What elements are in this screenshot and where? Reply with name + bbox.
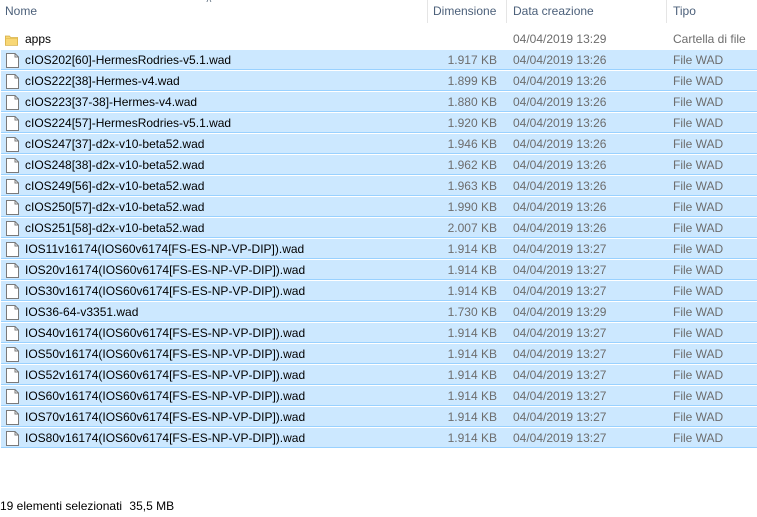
file-date: 04/04/2019 13:26: [513, 179, 607, 193]
column-divider[interactable]: [506, 0, 507, 23]
column-header-type[interactable]: Tipo: [673, 0, 696, 23]
chevron-up-icon: ˄: [206, 0, 212, 6]
file-type: File WAD: [673, 410, 724, 424]
file-size: 1.914 KB: [447, 263, 497, 277]
file-row[interactable]: IOS30v16174(IOS60v6174[FS-ES-NP-VP-DIP])…: [0, 281, 757, 302]
file-size: 1.963 KB: [447, 179, 497, 193]
file-date: 04/04/2019 13:26: [513, 200, 607, 214]
file-date: 04/04/2019 13:27: [513, 326, 607, 340]
column-header-size[interactable]: Dimensione: [433, 0, 496, 23]
file-size: 1.990 KB: [447, 200, 497, 214]
file-type: File WAD: [673, 368, 724, 382]
column-header-date[interactable]: Data creazione: [513, 0, 594, 23]
file-type: File WAD: [673, 74, 724, 88]
file-date: 04/04/2019 13:29: [513, 305, 607, 319]
file-size: 1.914 KB: [447, 389, 497, 403]
file-date: 04/04/2019 13:27: [513, 431, 607, 445]
file-type: File WAD: [673, 305, 724, 319]
file-date: 04/04/2019 13:26: [513, 158, 607, 172]
status-selected-count: 19 elementi selezionati: [0, 499, 123, 513]
file-size: 1.899 KB: [447, 74, 497, 88]
file-row[interactable]: IOS70v16174(IOS60v6174[FS-ES-NP-VP-DIP])…: [0, 407, 757, 428]
status-selected-size: 35,5 MB: [129, 499, 175, 513]
file-size: 1.914 KB: [447, 368, 497, 382]
column-divider[interactable]: [666, 0, 667, 23]
file-row[interactable]: IOS40v16174(IOS60v6174[FS-ES-NP-VP-DIP])…: [0, 323, 757, 344]
file-size: 1.962 KB: [447, 158, 497, 172]
file-row[interactable]: cIOS202[60]-HermesRodries-v5.1.wad 1.917 …: [0, 50, 757, 71]
file-type: File WAD: [673, 263, 724, 277]
file-size: 1.914 KB: [447, 326, 497, 340]
file-row[interactable]: cIOS251[58]-d2x-v10-beta52.wad 2.007 KB 04…: [0, 218, 757, 239]
file-row[interactable]: IOS80v16174(IOS60v6174[FS-ES-NP-VP-DIP])…: [0, 428, 757, 449]
file-date: 04/04/2019 13:27: [513, 389, 607, 403]
file-row[interactable]: cIOS250[57]-d2x-v10-beta52.wad 1.990 KB 04…: [0, 197, 757, 218]
file-type: File WAD: [673, 284, 724, 298]
status-bar: 19 elementi selezionati 35,5 MB: [0, 497, 174, 515]
file-type: Cartella di file: [673, 32, 746, 46]
column-header-name[interactable]: Nome: [5, 0, 37, 23]
file-row[interactable]: IOS50v16174(IOS60v6174[FS-ES-NP-VP-DIP])…: [0, 344, 757, 365]
file-type: File WAD: [673, 200, 724, 214]
file-size: 1.880 KB: [447, 95, 497, 109]
file-date: 04/04/2019 13:26: [513, 116, 607, 130]
file-size: 1.917 KB: [447, 53, 497, 67]
file-row[interactable]: IOS20v16174(IOS60v6174[FS-ES-NP-VP-DIP])…: [0, 260, 757, 281]
file-type: File WAD: [673, 53, 724, 67]
file-date: 04/04/2019 13:27: [513, 410, 607, 424]
file-type: File WAD: [673, 95, 724, 109]
file-date: 04/04/2019 13:26: [513, 95, 607, 109]
file-row[interactable]: cIOS224[57]-HermesRodries-v5.1.wad 1.920 …: [0, 113, 757, 134]
file-type: File WAD: [673, 242, 724, 256]
file-row[interactable]: cIOS223[37-38]-Hermes-v4.wad 1.880 KB 04/0…: [0, 92, 757, 113]
file-size: 1.914 KB: [447, 431, 497, 445]
file-size: [0, 29, 497, 50]
file-type: File WAD: [673, 389, 724, 403]
file-date: 04/04/2019 13:29: [513, 32, 607, 46]
file-type: File WAD: [673, 137, 724, 151]
folder-row[interactable]: apps 04/04/2019 13:29 Cartella di file: [0, 29, 757, 50]
file-row[interactable]: cIOS248[38]-d2x-v10-beta52.wad 1.962 KB 04…: [0, 155, 757, 176]
file-row[interactable]: cIOS249[56]-d2x-v10-beta52.wad 1.963 KB 04…: [0, 176, 757, 197]
file-type: File WAD: [673, 326, 724, 340]
file-type: File WAD: [673, 431, 724, 445]
file-date: 04/04/2019 13:27: [513, 242, 607, 256]
file-date: 04/04/2019 13:27: [513, 284, 607, 298]
column-header-bar: Nome ˄ Dimensione Data creazione Tipo: [0, 0, 757, 23]
file-date: 04/04/2019 13:26: [513, 74, 607, 88]
file-size: 1.914 KB: [447, 410, 497, 424]
file-date: 04/04/2019 13:27: [513, 263, 607, 277]
file-size: 1.730 KB: [447, 305, 497, 319]
file-date: 04/04/2019 13:27: [513, 347, 607, 361]
file-type: File WAD: [673, 347, 724, 361]
file-type: File WAD: [673, 116, 724, 130]
file-date: 04/04/2019 13:26: [513, 137, 607, 151]
file-date: 04/04/2019 13:26: [513, 221, 607, 235]
file-date: 04/04/2019 13:27: [513, 368, 607, 382]
file-size: 1.914 KB: [447, 284, 497, 298]
file-date: 04/04/2019 13:26: [513, 53, 607, 67]
file-size: 2.007 KB: [447, 221, 497, 235]
file-type: File WAD: [673, 179, 724, 193]
file-row[interactable]: IOS52v16174(IOS60v6174[FS-ES-NP-VP-DIP])…: [0, 365, 757, 386]
file-row[interactable]: IOS60v16174(IOS60v6174[FS-ES-NP-VP-DIP])…: [0, 386, 757, 407]
file-row[interactable]: cIOS247[37]-d2x-v10-beta52.wad 1.946 KB 04…: [0, 134, 757, 155]
file-size: 1.914 KB: [447, 242, 497, 256]
file-type: File WAD: [673, 221, 724, 235]
file-row[interactable]: cIOS222[38]-Hermes-v4.wad 1.899 KB 04/04/2…: [0, 71, 757, 92]
column-divider[interactable]: [427, 0, 428, 23]
file-row[interactable]: IOS11v16174(IOS60v6174[FS-ES-NP-VP-DIP])…: [0, 239, 757, 260]
file-size: 1.914 KB: [447, 347, 497, 361]
file-size: 1.920 KB: [447, 116, 497, 130]
file-size: 1.946 KB: [447, 137, 497, 151]
file-row[interactable]: IOS36-64-v3351.wad 1.730 KB 04/04/2019 13:…: [0, 302, 757, 323]
file-type: File WAD: [673, 158, 724, 172]
